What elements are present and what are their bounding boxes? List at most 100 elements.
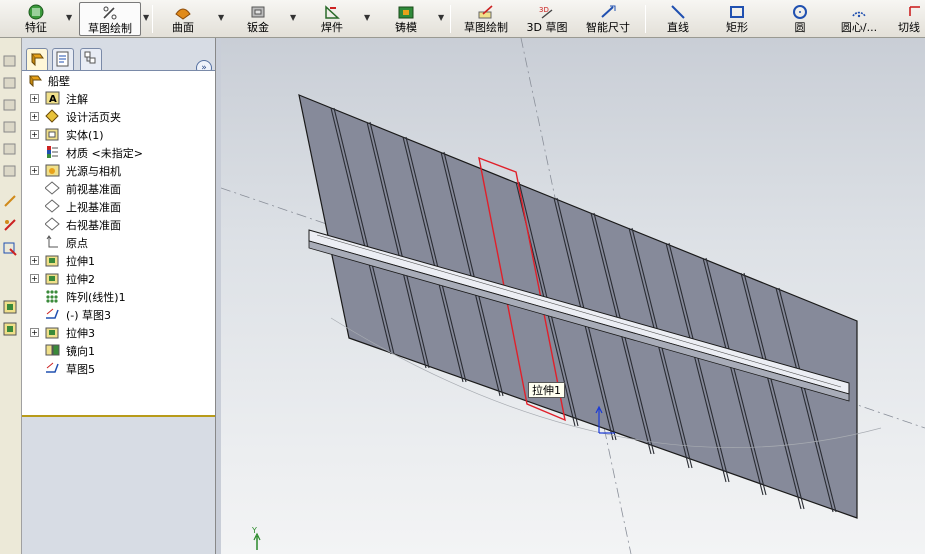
center-arc-icon [850, 4, 868, 20]
smart-dimension-button[interactable]: 智能尺寸 [582, 2, 634, 36]
graphics-viewport[interactable]: Y 拉伸1 [221, 38, 925, 554]
line-button[interactable]: 直线 [660, 2, 696, 36]
view-icon[interactable] [3, 76, 17, 90]
chevron-down-icon[interactable]: ▼ [218, 13, 224, 22]
feature-manager-icon [31, 53, 44, 67]
circle-icon [791, 4, 809, 20]
tree-item-right-plane[interactable]: 右视基准面 [22, 215, 214, 233]
tree-item-extrude2[interactable]: + 拉伸2 [22, 269, 214, 287]
tab-configuration-manager[interactable] [80, 48, 102, 70]
sketch-icon [101, 5, 119, 21]
tree-item-design-binder[interactable]: + 设计活页夹 [22, 107, 214, 125]
mold-icon [397, 4, 415, 20]
rectangle-button[interactable]: 矩形 [719, 2, 755, 36]
tree-item-solid-bodies[interactable]: + 实体(1) [22, 125, 214, 143]
feature-tooltip: 拉伸1 [528, 382, 565, 398]
tab-mold-tools[interactable]: 铸模 [386, 2, 426, 36]
tree-item-mirror1[interactable]: 镜向1 [22, 341, 214, 359]
tree-item-extrude3[interactable]: + 拉伸3 [22, 323, 214, 341]
expand-icon[interactable]: + [30, 274, 39, 283]
extrude-icon [45, 271, 60, 285]
chevron-down-icon[interactable]: ▼ [290, 13, 296, 22]
svg-text:3D: 3D [539, 6, 549, 14]
left-icon-strip [0, 38, 22, 554]
rectangle-icon [728, 4, 746, 20]
expand-icon[interactable]: + [30, 166, 39, 175]
extrude-icon [45, 253, 60, 267]
3d-sketch-icon: 3D [538, 4, 556, 20]
design-binder-icon [45, 109, 60, 123]
tree-root-part[interactable]: 船壁 [22, 71, 214, 89]
line-icon [669, 4, 687, 20]
tab-feature-manager[interactable] [26, 48, 48, 70]
expand-icon[interactable]: + [30, 130, 39, 139]
tab-features[interactable]: 特征 [14, 2, 58, 36]
chevron-down-icon[interactable]: ▼ [66, 13, 72, 22]
view-icon[interactable] [3, 120, 17, 134]
weldment-icon [323, 4, 341, 20]
plane-icon [44, 217, 60, 231]
surface-icon [174, 4, 192, 20]
tab-sketch[interactable]: 草图绘制 [79, 2, 141, 36]
chevron-down-icon[interactable]: ▼ [364, 13, 370, 22]
tree-item-material[interactable]: 材质 <未指定> [22, 143, 214, 161]
smart-dimension-icon[interactable] [3, 194, 17, 208]
material-icon [45, 145, 60, 159]
feature-tree: 船壁 + A 注解 + 设计活页夹 + 实体(1) 材质 <未指定> + 光源与… [22, 70, 215, 415]
expand-icon[interactable]: + [30, 256, 39, 265]
tree-item-linear-pattern1[interactable]: 阵列(线性)1 [22, 287, 214, 305]
separator [645, 5, 646, 33]
property-manager-icon [56, 51, 69, 67]
extrude-icon [45, 325, 60, 339]
model-view: Y [221, 38, 925, 554]
reference-triad-icon: Y [251, 526, 261, 550]
command-manager-toolbar: 特征 ▼ 草图绘制 ▼ 曲面 ▼ 钣金 ▼ 焊件 ▼ 铸模 ▼ 草图绘制 3D … [0, 0, 925, 38]
view-icon[interactable] [3, 98, 17, 112]
3d-sketch-button[interactable]: 3D 3D 草图 [523, 2, 571, 36]
chevron-down-icon[interactable]: ▼ [143, 13, 149, 22]
tab-sheet-metal[interactable]: 钣金 [238, 2, 278, 36]
separator [152, 5, 153, 33]
block-icon[interactable] [3, 322, 17, 336]
sheetmetal-icon [249, 4, 267, 20]
tree-root-label: 船壁 [48, 75, 70, 88]
tangent-arc-icon [904, 4, 922, 20]
part-icon [28, 73, 43, 88]
tree-item-extrude1[interactable]: + 拉伸1 [22, 251, 214, 269]
tree-item-lights-cameras[interactable]: + 光源与相机 [22, 161, 214, 179]
repair-icon[interactable] [3, 242, 17, 256]
tab-property-manager[interactable] [52, 48, 74, 70]
configuration-manager-icon [84, 51, 96, 64]
tangent-arc-button[interactable]: 切线 [898, 2, 925, 36]
lights-cameras-icon [45, 163, 60, 177]
relations-icon[interactable] [3, 218, 17, 232]
tab-weldments[interactable]: 焊件 [312, 2, 352, 36]
view-icon[interactable] [3, 54, 17, 68]
plane-icon [44, 199, 60, 213]
expand-icon[interactable]: + [30, 328, 39, 337]
mirror-icon [45, 343, 60, 357]
center-arc-button[interactable]: 圆心/... [834, 2, 884, 36]
tree-item-front-plane[interactable]: 前视基准面 [22, 179, 214, 197]
tree-item-sketch3[interactable]: (-) 草图3 [22, 305, 214, 323]
tree-item-origin[interactable]: 原点 [22, 233, 214, 251]
tab-surfaces[interactable]: 曲面 [163, 2, 203, 36]
tree-item-sketch5[interactable]: 草图5 [22, 359, 214, 377]
chevron-down-icon[interactable]: ▼ [438, 13, 444, 22]
rollback-bar[interactable] [22, 415, 215, 417]
expand-icon[interactable]: + [30, 94, 39, 103]
tree-item-annotations[interactable]: + A 注解 [22, 89, 214, 107]
sketch-icon [45, 361, 60, 375]
block-icon[interactable] [3, 300, 17, 314]
tree-item-top-plane[interactable]: 上视基准面 [22, 197, 214, 215]
linear-pattern-icon [45, 289, 60, 303]
solid-bodies-icon [45, 127, 60, 141]
view-icon[interactable] [3, 164, 17, 178]
sketch-icon [477, 4, 495, 20]
circle-button[interactable]: 圆 [788, 2, 812, 36]
separator [450, 5, 451, 33]
view-icon[interactable] [3, 142, 17, 156]
sketch-button[interactable]: 草图绘制 [460, 2, 512, 36]
panel-tabs: » [22, 48, 216, 76]
expand-icon[interactable]: + [30, 112, 39, 121]
